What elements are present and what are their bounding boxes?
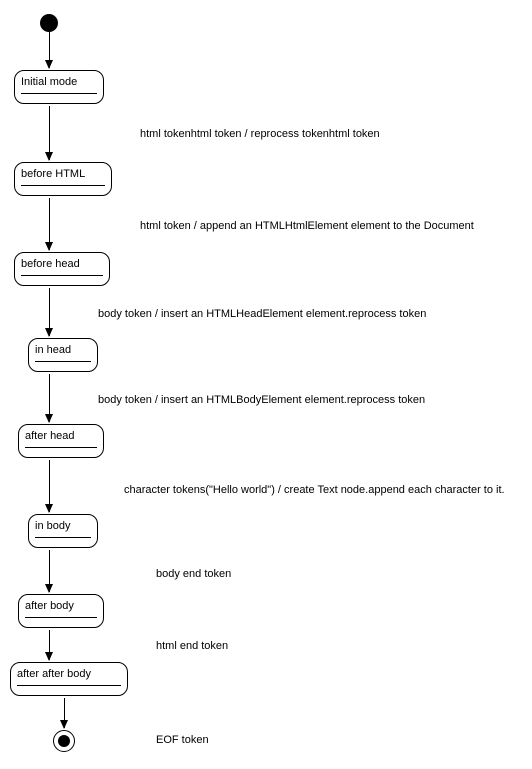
transition-arrow [49,550,50,592]
transition-label: html tokenhtml token / reprocess tokenht… [140,128,380,141]
state-after-body: after body [18,594,104,628]
transition-arrow [49,106,50,160]
transition-arrow [49,460,50,512]
final-node [53,730,75,752]
state-before-head: before head [14,252,110,286]
state-label: after head [25,429,97,445]
state-label: before head [21,257,103,273]
state-label: before HTML [21,167,105,183]
initial-node [40,14,58,32]
transition-arrow [49,374,50,422]
transition-arrow [49,32,50,68]
state-in-body: in body [28,514,98,548]
transition-label: body token / insert an HTMLBodyElement e… [98,394,425,407]
transition-arrow [64,698,65,728]
state-initial-mode: Initial mode [14,70,104,104]
state-label: after after body [17,667,121,683]
state-label: after body [25,599,97,615]
state-after-after-body: after after body [10,662,128,696]
transition-arrow [49,630,50,660]
transition-arrow [49,288,50,336]
transition-label: character tokens("Hello world") / create… [124,484,505,497]
state-label: Initial mode [21,75,97,91]
state-after-head: after head [18,424,104,458]
state-in-head: in head [28,338,98,372]
transition-label: body end token [156,568,231,581]
transition-label: html token / append an HTMLHtmlElement e… [140,220,474,233]
state-before-html: before HTML [14,162,112,196]
state-label: in head [35,343,91,359]
transition-label: EOF token [156,734,209,747]
transition-arrow [49,198,50,250]
state-diagram: Initial mode html tokenhtml token / repr… [0,0,532,769]
transition-label: html end token [156,640,228,653]
transition-label: body token / insert an HTMLHeadElement e… [98,308,426,321]
state-label: in body [35,519,91,535]
